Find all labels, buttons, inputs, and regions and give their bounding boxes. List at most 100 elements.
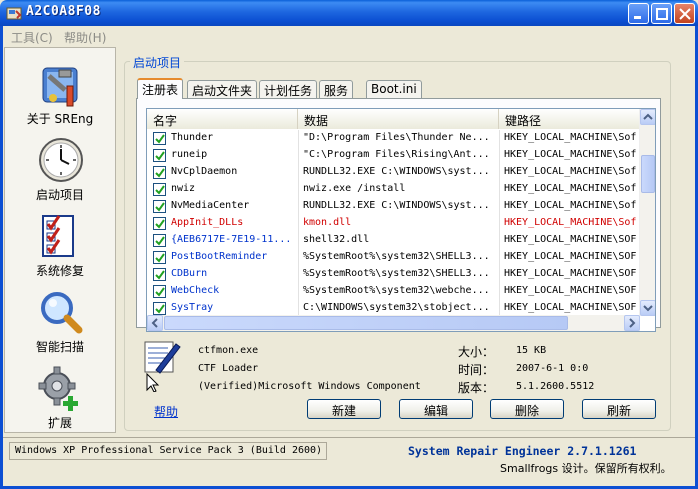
- list-row[interactable]: runeip "C:\Program Files\Rising\Ant... HKE…: [147, 147, 640, 164]
- maximize-icon: [656, 8, 668, 20]
- chevron-up-icon: [643, 113, 653, 120]
- menu-bar: 工具(C) 帮助(H): [3, 26, 695, 46]
- row-checkbox[interactable]: [153, 285, 166, 298]
- chevron-down-icon: [643, 305, 653, 312]
- tab-bootini[interactable]: Boot.ini: [366, 80, 422, 98]
- vertical-scroll-thumb[interactable]: [641, 155, 655, 193]
- cell-name: runeip: [171, 149, 208, 160]
- menu-help[interactable]: 帮助(H): [64, 29, 106, 46]
- nav-panel: 关于 SREng 启动项目 系统修复 智能扫描 扩展: [4, 47, 116, 433]
- row-checkbox[interactable]: [153, 166, 166, 179]
- nav-item-repair[interactable]: 系统修复: [5, 208, 115, 280]
- gear-plus-icon: [38, 366, 78, 411]
- version-value: 5.1.2600.5512: [516, 381, 595, 392]
- tools-icon: [42, 67, 78, 107]
- tab-registry[interactable]: 注册表: [137, 78, 184, 99]
- column-keypath[interactable]: 键路径: [499, 109, 640, 129]
- cell-keypath: HKEY_LOCAL_MACHINE\SOF: [504, 285, 637, 296]
- checkmark-icon: [155, 202, 165, 212]
- list-row[interactable]: nwiz nwiz.exe /install HKEY_LOCAL_MACHINE\…: [147, 181, 640, 198]
- title-bar[interactable]: A2C0A8F08: [0, 0, 698, 26]
- cell-keypath: HKEY_LOCAL_MACHINE\Sof: [504, 200, 637, 211]
- column-data[interactable]: 数据: [298, 109, 499, 129]
- detail-filename: ctfmon.exe: [198, 345, 259, 356]
- row-checkbox[interactable]: [153, 132, 166, 145]
- nav-item-startup[interactable]: 启动项目: [5, 132, 115, 204]
- list-row[interactable]: CDBurn %SystemRoot%\system32\SHELL3... HKE…: [147, 266, 640, 283]
- row-checkbox[interactable]: [153, 149, 166, 162]
- cell-name: AppInit_DLLs: [171, 217, 244, 228]
- time-value: 2007-6-1 0:0: [516, 363, 589, 374]
- list-row[interactable]: Thunder "D:\Program Files\Thunder Ne... HK…: [147, 130, 640, 147]
- list-row[interactable]: PostBootReminder %SystemRoot%\system32\SH…: [147, 249, 640, 266]
- startup-listview[interactable]: 名字 数据 键路径 Thunder "D:\Program Files\Thund…: [146, 108, 656, 332]
- detail-company: (Verified)Microsoft Windows Component: [198, 381, 421, 392]
- help-link[interactable]: 帮助: [154, 403, 178, 420]
- cell-name: Thunder: [171, 132, 214, 143]
- row-checkbox[interactable]: [153, 200, 166, 213]
- row-checkbox[interactable]: [153, 268, 166, 281]
- list-header: 名字 数据 键路径: [147, 109, 640, 129]
- magnifier-icon: [41, 292, 83, 334]
- list-row[interactable]: {AEB6717E-7E19-11... shell32.dll HKEY_LOCA…: [147, 232, 640, 249]
- list-row[interactable]: AppInit_DLLs kmon.dll HKEY_LOCAL_MACHINE\S…: [147, 215, 640, 232]
- list-row[interactable]: NvMediaCenter RUNDLL32.EXE C:\WINDOWS\sys…: [147, 198, 640, 215]
- row-checkbox[interactable]: [153, 302, 166, 315]
- list-row[interactable]: WebCheck %SystemRoot%\system32\webche... H…: [147, 283, 640, 300]
- scroll-left-button[interactable]: [147, 315, 163, 331]
- nav-label-startup: 启动项目: [35, 188, 84, 202]
- scroll-right-button[interactable]: [624, 315, 640, 331]
- cell-data: shell32.dll: [303, 234, 370, 245]
- cell-data: nwiz.exe /install: [303, 183, 406, 194]
- list-rows: Thunder "D:\Program Files\Thunder Ne... HK…: [147, 130, 640, 317]
- edit-button[interactable]: 编辑: [399, 399, 473, 419]
- scroll-down-button[interactable]: [640, 300, 655, 316]
- cell-keypath: HKEY_LOCAL_MACHINE\SOF: [504, 234, 637, 245]
- cell-name: NvCplDaemon: [171, 166, 238, 177]
- cell-keypath: HKEY_LOCAL_MACHINE\SOF: [504, 302, 637, 313]
- status-bar: Windows XP Professional Service Pack 3 (…: [3, 437, 695, 486]
- row-checkbox[interactable]: [153, 251, 166, 264]
- refresh-button[interactable]: 刷新: [582, 399, 656, 419]
- cell-keypath: HKEY_LOCAL_MACHINE\Sof: [504, 217, 637, 228]
- maximize-button[interactable]: [651, 3, 672, 24]
- cell-data: RUNDLL32.EXE C:\WINDOWS\syst...: [303, 166, 490, 177]
- checkmark-icon: [155, 151, 165, 161]
- list-row[interactable]: NvCplDaemon RUNDLL32.EXE C:\WINDOWS\syst.…: [147, 164, 640, 181]
- app-icon: [6, 7, 22, 20]
- close-button[interactable]: [674, 3, 695, 24]
- tab-scheduled-tasks[interactable]: 计划任务: [259, 80, 318, 98]
- copyright-text: Smallfrogs 设计。保留所有权利。: [500, 462, 672, 475]
- checkmark-icon: [155, 168, 165, 178]
- size-label: 大小：: [458, 345, 495, 359]
- product-name: System Repair Engineer 2.7.1.1261: [408, 444, 637, 458]
- time-label: 时间：: [458, 363, 495, 377]
- cell-data: %SystemRoot%\system32\SHELL3...: [303, 268, 490, 279]
- checkmark-icon: [155, 219, 165, 229]
- cell-name: SysTray: [171, 302, 214, 313]
- menu-tools[interactable]: 工具(C): [11, 29, 53, 46]
- tab-startup-folder[interactable]: 启动文件夹: [187, 80, 258, 98]
- column-name[interactable]: 名字: [147, 109, 298, 129]
- row-checkbox[interactable]: [153, 217, 166, 230]
- nav-item-about[interactable]: 关于 SREng: [5, 56, 115, 128]
- scroll-up-button[interactable]: [640, 109, 655, 125]
- horizontal-scroll-thumb[interactable]: [164, 316, 568, 330]
- row-checkbox[interactable]: [153, 234, 166, 247]
- os-version: Windows XP Professional Service Pack 3 (…: [9, 442, 327, 460]
- checkmark-icon: [155, 304, 165, 314]
- row-checkbox[interactable]: [153, 183, 166, 196]
- nav-label-scan: 智能扫描: [35, 340, 84, 354]
- horizontal-scrollbar[interactable]: [147, 315, 640, 331]
- size-value: 15 KB: [516, 345, 547, 356]
- nav-item-extend[interactable]: 扩展: [5, 360, 115, 432]
- new-button[interactable]: 新建: [307, 399, 381, 419]
- nav-label-repair: 系统修复: [35, 264, 84, 278]
- close-icon: [679, 8, 691, 20]
- delete-button[interactable]: 删除: [490, 399, 564, 419]
- nav-item-scan[interactable]: 智能扫描: [5, 284, 115, 356]
- tab-services[interactable]: 服务: [319, 80, 354, 98]
- vertical-scrollbar[interactable]: [639, 109, 655, 316]
- chevron-right-icon: [629, 318, 636, 328]
- minimize-button[interactable]: [628, 3, 649, 24]
